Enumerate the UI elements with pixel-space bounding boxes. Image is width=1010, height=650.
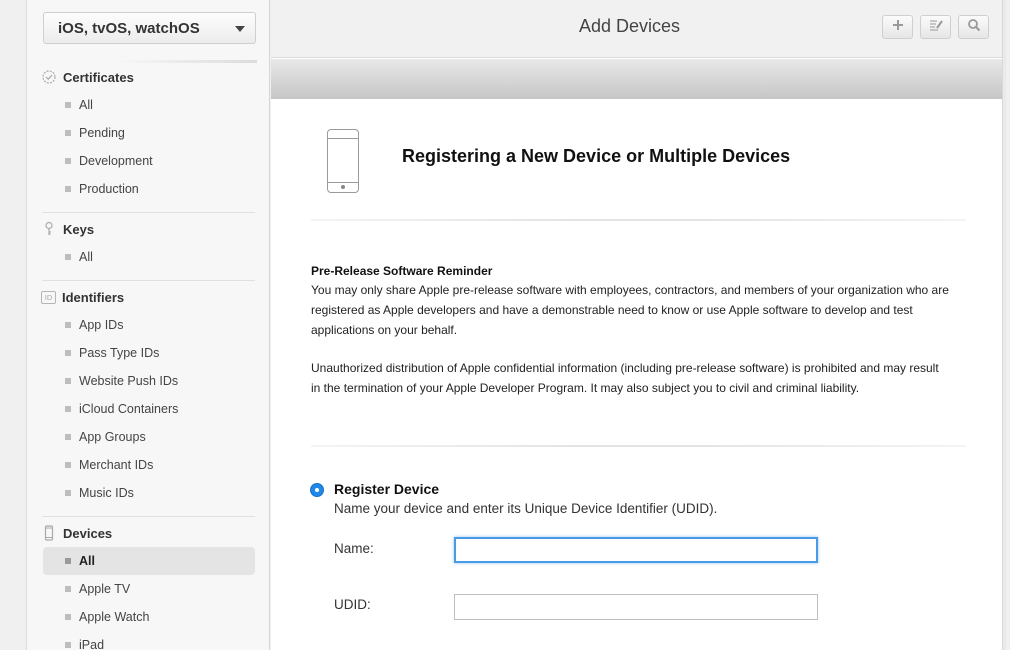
sidebar-item-devices-all[interactable]: All [43, 547, 255, 575]
sidebar-item-apple-watch[interactable]: Apple Watch [27, 603, 269, 631]
sidebar-item-keys-all[interactable]: All [27, 243, 269, 271]
bullet-icon [65, 350, 71, 356]
edit-button[interactable] [920, 15, 951, 39]
sidebar-item-music-ids[interactable]: Music IDs [27, 479, 269, 507]
bullet-icon [65, 462, 71, 468]
bullet-icon [65, 558, 71, 564]
content-divider [311, 445, 966, 447]
register-device-title: Register Device [334, 481, 440, 497]
bullet-icon [65, 322, 71, 328]
name-field[interactable] [454, 537, 818, 563]
id-icon-text: ID [44, 292, 53, 302]
section-title: Certificates [63, 69, 134, 85]
sidebar-divider [42, 516, 255, 517]
iphone-icon [327, 129, 359, 193]
header-band [271, 59, 1006, 99]
edit-icon [928, 18, 944, 37]
reminder-text: You may only share Apple pre-release sof… [311, 283, 949, 337]
sidebar-item-pass-type-ids[interactable]: Pass Type IDs [27, 339, 269, 367]
sidebar-item-label: iCloud Containers [79, 402, 179, 416]
sidebar-item-label: Apple Watch [79, 610, 150, 624]
section-identifiers: ID Identifiers App IDs Pass Type IDs Web… [27, 283, 269, 507]
id-icon: ID [41, 290, 56, 304]
sidebar-item-ipad[interactable]: iPad [27, 631, 269, 650]
sidebar-item-website-push-ids[interactable]: Website Push IDs [27, 367, 269, 395]
bullet-icon [65, 378, 71, 384]
header-bar: Add Devices [271, 0, 1006, 58]
sidebar-item-label: Pass Type IDs [79, 346, 160, 360]
name-label: Name: [334, 541, 374, 556]
main-panel: Add Devices Registering a New Device or … [271, 0, 1006, 650]
section-header-certificates[interactable]: Certificates [27, 63, 269, 91]
sidebar-item-label: All [79, 250, 93, 264]
bullet-icon [65, 642, 71, 648]
add-button[interactable] [882, 15, 913, 39]
sidebar-item-merchant-ids[interactable]: Merchant IDs [27, 451, 269, 479]
sidebar-item-label: Production [79, 182, 139, 196]
search-button[interactable] [958, 15, 989, 39]
sidebar-item-label: All [79, 554, 95, 568]
register-device-radio[interactable] [310, 483, 324, 497]
sidebar-item-label: Apple TV [79, 582, 131, 596]
sidebar-item-apple-tv[interactable]: Apple TV [27, 575, 269, 603]
section-header-devices[interactable]: Devices [27, 519, 269, 547]
page-title: Add Devices [578, 16, 681, 36]
bullet-icon [65, 130, 71, 136]
sidebar-item-app-groups[interactable]: App Groups [27, 423, 269, 451]
section-title: Keys [63, 221, 95, 237]
sidebar-item-certificates-all[interactable]: All [27, 91, 269, 119]
section-title: Identifiers [62, 289, 125, 305]
bullet-icon [65, 434, 71, 440]
sidebar: iOS, tvOS, watchOS Certificates All Pend… [26, 0, 270, 650]
udid-label: UDID: [334, 597, 371, 612]
content-divider [311, 219, 966, 221]
device-icon [41, 525, 57, 541]
bullet-icon [65, 586, 71, 592]
sidebar-item-label: All [79, 98, 93, 112]
sidebar-item-certificates-pending[interactable]: Pending [27, 119, 269, 147]
udid-field[interactable] [454, 594, 818, 620]
sidebar-item-label: App Groups [79, 430, 146, 444]
register-device-description: Name your device and enter its Unique De… [334, 501, 718, 516]
bullet-icon [65, 406, 71, 412]
sidebar-item-certificates-production[interactable]: Production [27, 175, 269, 203]
sidebar-item-certificates-development[interactable]: Development [27, 147, 269, 175]
sidebar-divider [42, 280, 255, 281]
bullet-icon [65, 186, 71, 192]
section-certificates: Certificates All Pending Development Pro… [27, 63, 269, 203]
sidebar-item-label: iPad [79, 638, 105, 650]
add-icon [891, 18, 905, 37]
search-icon [967, 18, 981, 37]
sidebar-item-label: Website Push IDs [79, 374, 179, 388]
sidebar-item-label: Development [79, 154, 153, 168]
sidebar-item-label: App IDs [79, 318, 124, 332]
section-header-identifiers[interactable]: ID Identifiers [27, 283, 269, 311]
section-title: Devices [63, 525, 113, 541]
warning-text: Unauthorized distribution of Apple confi… [311, 361, 939, 395]
section-header-keys[interactable]: Keys [27, 215, 269, 243]
key-icon [41, 221, 57, 237]
certificate-icon [41, 69, 57, 85]
sidebar-item-label: Music IDs [79, 486, 134, 500]
sidebar-divider [42, 212, 255, 213]
section-devices: Devices All Apple TV Apple Watch iPad [27, 519, 269, 650]
bullet-icon [65, 490, 71, 496]
sidebar-item-app-ids[interactable]: App IDs [27, 311, 269, 339]
section-keys: Keys All [27, 215, 269, 271]
bullet-icon [65, 158, 71, 164]
sidebar-item-label: Pending [79, 126, 125, 140]
bullet-icon [65, 614, 71, 620]
platform-select-value: iOS, tvOS, watchOS [58, 19, 200, 37]
sidebar-item-icloud-containers[interactable]: iCloud Containers [27, 395, 269, 423]
bullet-icon [65, 102, 71, 108]
section-heading: Registering a New Device or Multiple Dev… [402, 146, 791, 166]
bullet-icon [65, 254, 71, 260]
chevron-down-icon [235, 26, 245, 32]
reminder-title: Pre-Release Software Reminder [311, 264, 493, 278]
platform-select[interactable]: iOS, tvOS, watchOS [43, 12, 256, 44]
sidebar-item-label: Merchant IDs [79, 458, 154, 472]
right-edge-border [1002, 0, 1006, 650]
content-area: Registering a New Device or Multiple Dev… [271, 99, 1006, 650]
